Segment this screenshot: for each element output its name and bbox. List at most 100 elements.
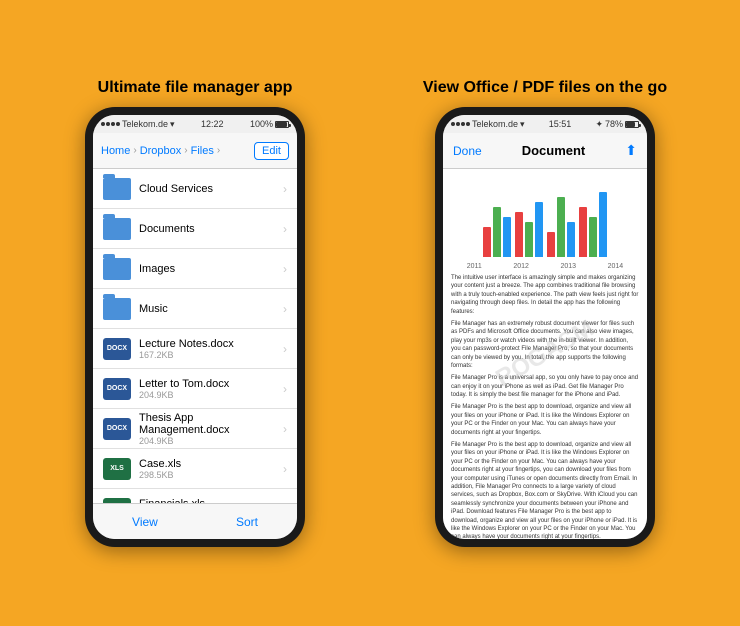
list-item[interactable]: DOCX Thesis App Management.docx 204.9KB …	[93, 409, 297, 449]
left-status-bar: Telekom.de ▾ 12:22 100%	[93, 115, 297, 133]
files-link[interactable]: Files	[191, 145, 214, 157]
docx-badge: DOCX	[103, 378, 131, 400]
right-title: View Office / PDF files on the go	[423, 79, 667, 97]
chevron-right-icon: ›	[283, 382, 287, 396]
bar-green-3	[557, 197, 565, 257]
right-panel: View Office / PDF files on the go Teleko…	[380, 79, 710, 547]
bar-green-2	[525, 222, 533, 257]
doc-paragraph-5: File Manager Pro is the best app to down…	[451, 441, 639, 539]
doc-paragraph-3: File Manager Pro is a universal app, so …	[451, 374, 639, 399]
doc-title: Document	[522, 143, 586, 158]
chevron-right-icon: ›	[283, 422, 287, 436]
list-item[interactable]: DOCX Letter to Tom.docx 204.9KB ›	[93, 369, 297, 409]
file-size: 204.9KB	[139, 390, 283, 400]
view-button[interactable]: View	[132, 515, 158, 529]
bar-red-2	[515, 212, 523, 257]
file-info: Cloud Services	[139, 183, 283, 195]
file-size: 167.2KB	[139, 350, 283, 360]
chart-year-2: 2012	[513, 263, 529, 270]
chevron-right-icon: ›	[283, 222, 287, 236]
chevron-icon: ›	[133, 145, 136, 156]
carrier-label: Telekom.de	[122, 119, 168, 129]
chevron-right-icon: ›	[283, 182, 287, 196]
sort-button[interactable]: Sort	[236, 515, 258, 529]
chevron-right-icon: ›	[283, 342, 287, 356]
chart-year-4: 2014	[608, 263, 624, 270]
list-item[interactable]: Cloud Services ›	[93, 169, 297, 209]
chart-year-3: 2013	[561, 263, 577, 270]
chart-group-4	[579, 192, 607, 257]
battery-percent: 100%	[250, 119, 273, 129]
file-info: Lecture Notes.docx 167.2KB	[139, 338, 283, 360]
list-item[interactable]: Music ›	[93, 289, 297, 329]
chevron-right-icon: ›	[283, 462, 287, 476]
file-name: Music	[139, 303, 283, 315]
carrier-label-2: Telekom.de	[472, 119, 518, 129]
status-right: 100%	[250, 119, 289, 129]
left-phone: Telekom.de ▾ 12:22 100% Home ›	[85, 107, 305, 547]
file-info: Thesis App Management.docx 204.9KB	[139, 412, 283, 446]
edit-button[interactable]: Edit	[254, 142, 289, 160]
battery-percent-2: 78%	[605, 119, 623, 129]
right-status-bar: Telekom.de ▾ 15:51 ✦ 78%	[443, 115, 647, 133]
status-left: Telekom.de ▾	[101, 119, 175, 130]
file-name: Lecture Notes.docx	[139, 338, 283, 350]
chart-labels: 2011 2012 2013 2014	[451, 263, 639, 270]
file-info: Case.xls 298.5KB	[139, 458, 283, 480]
list-item[interactable]: XLS Financials.xls 298.5KB ›	[93, 489, 297, 503]
time-label-2: 15:51	[549, 119, 572, 129]
docx-badge: DOCX	[103, 338, 131, 360]
file-size: 204.9KB	[139, 436, 283, 446]
doc-paragraph-1: The intuitive user interface is amazingl…	[451, 274, 639, 316]
chevron-icon-3: ›	[217, 145, 220, 156]
share-icon[interactable]: ⬆	[625, 142, 637, 159]
bar-blue-2	[535, 202, 543, 257]
bluetooth-icon: ✦	[595, 119, 603, 130]
chevron-right-icon: ›	[283, 262, 287, 276]
bar-green-1	[493, 207, 501, 257]
file-info: Documents	[139, 223, 283, 235]
folder-icon	[103, 298, 131, 320]
right-phone: Telekom.de ▾ 15:51 ✦ 78% Done Doc	[435, 107, 655, 547]
right-phone-screen: Telekom.de ▾ 15:51 ✦ 78% Done Doc	[443, 115, 647, 539]
file-name: Thesis App Management.docx	[139, 412, 283, 436]
list-item[interactable]: XLS Case.xls 298.5KB ›	[93, 449, 297, 489]
chart-group-1	[483, 207, 511, 257]
left-title: Ultimate file manager app	[98, 79, 293, 97]
left-panel: Ultimate file manager app Telekom.de ▾	[30, 79, 360, 547]
home-link[interactable]: Home	[101, 145, 130, 157]
bar-red-1	[483, 227, 491, 257]
file-name: Case.xls	[139, 458, 283, 470]
nav-bar: Home › Dropbox › Files › Edit	[93, 133, 297, 169]
file-list: Cloud Services › Documents ›	[93, 169, 297, 503]
wifi-icon-2: ▾	[520, 119, 525, 130]
folder-icon	[103, 178, 131, 200]
doc-nav-bar: Done Document ⬆	[443, 133, 647, 169]
dropbox-link[interactable]: Dropbox	[140, 145, 182, 157]
bottom-toolbar: View Sort	[93, 503, 297, 539]
bar-green-4	[589, 217, 597, 257]
doc-paragraph-2: File Manager has an extremely robust doc…	[451, 320, 639, 370]
status-left-2: Telekom.de ▾	[451, 119, 525, 130]
file-info: Music	[139, 303, 283, 315]
chart-group-3	[547, 197, 575, 257]
file-name: Images	[139, 263, 283, 275]
folder-icon	[103, 218, 131, 240]
doc-text: The intuitive user interface is amazingl…	[451, 274, 639, 539]
file-info: Images	[139, 263, 283, 275]
battery-icon-2	[625, 121, 639, 128]
bar-blue-3	[567, 222, 575, 257]
status-right-2: ✦ 78%	[595, 119, 639, 130]
file-info: Letter to Tom.docx 204.9KB	[139, 378, 283, 400]
chart-group-2	[515, 202, 543, 257]
signal-icon	[101, 122, 120, 126]
done-button[interactable]: Done	[453, 144, 482, 158]
list-item[interactable]: Images ›	[93, 249, 297, 289]
list-item[interactable]: Documents ›	[93, 209, 297, 249]
time-label: 12:22	[201, 119, 224, 129]
bar-red-4	[579, 207, 587, 257]
signal-icon-2	[451, 122, 470, 126]
xls-badge: XLS	[103, 458, 131, 480]
chart-area	[451, 177, 639, 257]
list-item[interactable]: DOCX Lecture Notes.docx 167.2KB ›	[93, 329, 297, 369]
